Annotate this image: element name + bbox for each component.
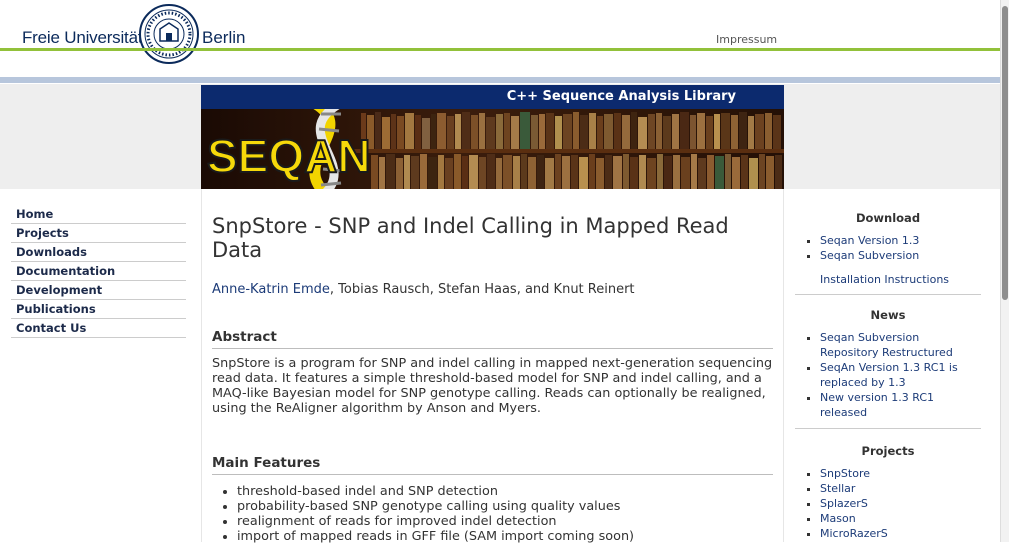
seqan-banner: C++ Sequence Analysis Library SEQAN: [201, 85, 784, 200]
list-item: probability-based SNP genotype calling u…: [237, 499, 773, 514]
list-item: Seqan Subversion Repository Restructured: [820, 330, 981, 360]
download-list: Seqan Version 1.3 Seqan Subversion: [795, 233, 981, 263]
download-heading: Download: [855, 211, 921, 225]
left-navigation: Home Projects Downloads Documentation De…: [11, 205, 186, 338]
nav-downloads[interactable]: Downloads: [11, 243, 186, 262]
right-sidebar: Download Seqan Version 1.3 Seqan Subvers…: [795, 211, 981, 541]
divider: [795, 294, 981, 295]
project-link[interactable]: MicroRazerS: [820, 527, 888, 540]
header-green-rule: [0, 48, 1000, 51]
list-item: New version 1.3 RC1 released: [820, 390, 981, 420]
authors: Anne-Katrin Emde, Tobias Rausch, Stefan …: [212, 282, 773, 297]
list-item: Seqan Version 1.3: [820, 233, 981, 248]
features-list: threshold-based indel and SNP detection …: [212, 484, 773, 544]
nav-development[interactable]: Development: [11, 281, 186, 300]
project-link[interactable]: Stellar: [820, 482, 855, 495]
news-list: Seqan Subversion Repository Restructured…: [795, 330, 981, 420]
nav-documentation[interactable]: Documentation: [11, 262, 186, 281]
list-item: SeqAn Version 1.3 RC1 is replaced by 1.3: [820, 360, 981, 390]
page-title: SnpStore - SNP and Indel Calling in Mapp…: [212, 214, 729, 262]
news-link[interactable]: Seqan Subversion Repository Restructured: [820, 331, 953, 359]
seqan-logo-text: SEQAN: [207, 130, 371, 182]
list-item: Seqan Subversion: [820, 248, 981, 263]
nav-publications[interactable]: Publications: [11, 300, 186, 319]
authors-rest: , Tobias Rausch, Stefan Haas, and Knut R…: [329, 282, 635, 297]
university-header: Freie Universität Berlin Impressum: [0, 0, 1000, 64]
news-link[interactable]: SeqAn Version 1.3 RC1 is replaced by 1.3: [820, 361, 958, 389]
scrollbar-thumb[interactable]: [1002, 6, 1008, 300]
header-blue-band: [0, 77, 1000, 83]
projects-heading: Projects: [861, 444, 915, 458]
nav-projects[interactable]: Projects: [11, 224, 186, 243]
impressum-link[interactable]: Impressum: [716, 33, 777, 46]
university-seal-icon: [139, 4, 199, 64]
installation-instructions-link[interactable]: Installation Instructions: [795, 273, 981, 286]
project-link[interactable]: Mason: [820, 512, 856, 525]
list-item: realignment of reads for improved indel …: [237, 514, 773, 529]
news-link[interactable]: New version 1.3 RC1 released: [820, 391, 934, 419]
news-heading: News: [870, 308, 906, 322]
project-link[interactable]: SplazerS: [820, 497, 868, 510]
list-item: SnpStore: [820, 466, 981, 481]
list-item: Mason: [820, 511, 981, 526]
abstract-heading: Abstract: [212, 329, 773, 349]
project-link[interactable]: SnpStore: [820, 467, 870, 480]
nav-home[interactable]: Home: [11, 205, 186, 224]
download-seqan-subversion-link[interactable]: Seqan Subversion: [820, 249, 919, 262]
library-banner-image: SEQAN: [201, 109, 784, 200]
page-scrollbar[interactable]: [1000, 0, 1009, 542]
list-item: Stellar: [820, 481, 981, 496]
nav-contact-us[interactable]: Contact Us: [11, 319, 186, 338]
divider: [795, 428, 981, 429]
banner-tagline: C++ Sequence Analysis Library: [506, 89, 736, 104]
university-name-left: Freie Universität: [22, 28, 143, 47]
list-item: SplazerS: [820, 496, 981, 511]
abstract-text: SnpStore is a program for SNP and indel …: [212, 356, 773, 416]
projects-list: SnpStore Stellar SplazerS Mason MicroRaz…: [795, 466, 981, 541]
banner-tagline-bar: C++ Sequence Analysis Library: [201, 85, 784, 109]
download-seqan-version-link[interactable]: Seqan Version 1.3: [820, 234, 919, 247]
features-heading: Main Features: [212, 455, 773, 475]
article: SnpStore - SNP and Indel Calling in Mapp…: [212, 214, 773, 544]
bookshelf-image-icon: SEQAN: [201, 109, 784, 200]
list-item: MicroRazerS: [820, 526, 981, 541]
author-link[interactable]: Anne-Katrin Emde: [212, 282, 330, 297]
list-item: threshold-based indel and SNP detection: [237, 484, 773, 499]
university-name-right: Berlin: [202, 28, 246, 47]
